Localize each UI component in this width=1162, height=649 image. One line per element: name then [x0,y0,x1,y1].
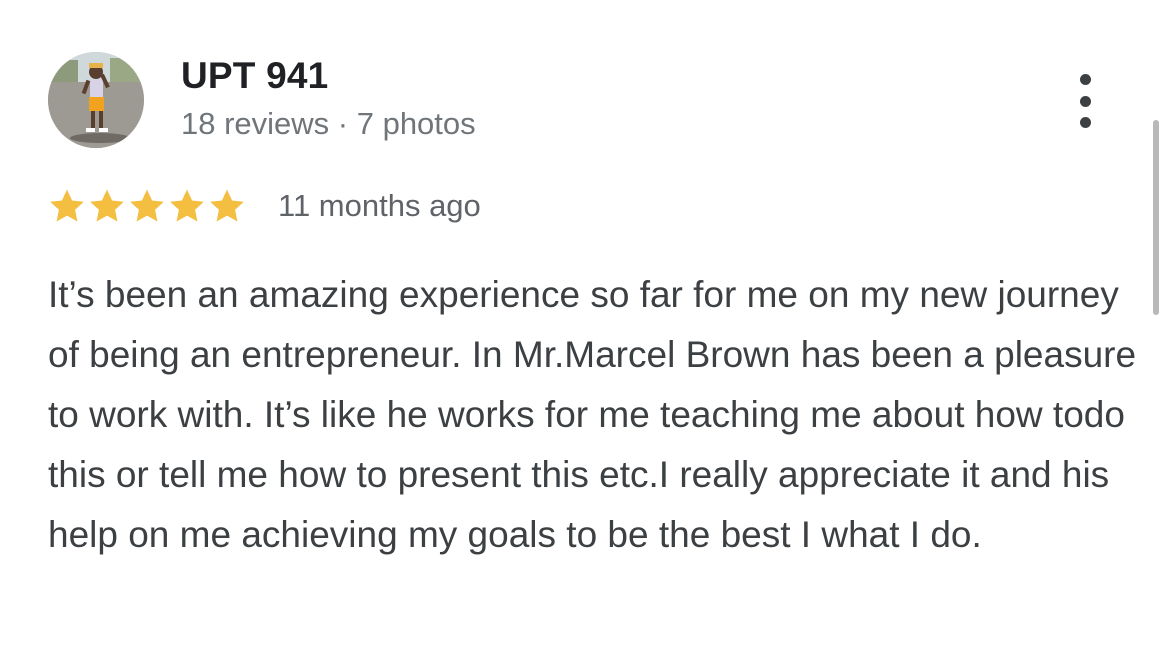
author-name[interactable]: UPT 941 [181,55,328,97]
star-icon [170,189,204,222]
star-icon [210,189,244,222]
star-icon [90,189,124,222]
rating-row: 11 months ago [48,184,481,228]
review-date: 11 months ago [278,188,481,223]
more-vert-icon-dot [1079,95,1091,107]
star-rating [48,187,248,225]
scrollbar-thumb[interactable] [1153,120,1159,315]
star-icon [50,189,84,222]
more-vert-icon-dot [1079,117,1091,128]
more-options-button[interactable] [1063,72,1107,130]
avatar-photo [48,52,144,148]
star-icon [130,189,164,222]
more-vert-icon [1079,74,1091,85]
author-meta: 18 reviews · 7 photos [181,106,476,141]
author-avatar[interactable] [48,52,144,148]
review-card: UPT 941 18 reviews · 7 photos 11 months … [0,0,1162,649]
review-text: It’s been an amazing experience so far f… [48,274,1137,555]
